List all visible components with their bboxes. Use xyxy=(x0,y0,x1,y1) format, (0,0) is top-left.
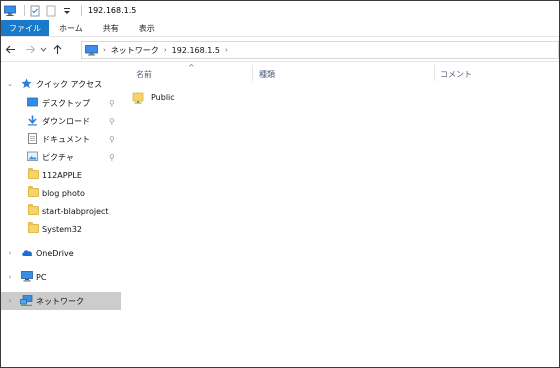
address-box[interactable]: › ネットワーク › 192.168.1.5 › xyxy=(81,41,559,59)
cloud-icon xyxy=(21,248,33,259)
breadcrumb-chevron-icon[interactable]: › xyxy=(225,46,228,54)
pin-icon[interactable]: ⚲ xyxy=(109,117,115,126)
arrow-up-icon xyxy=(53,44,61,54)
star-icon xyxy=(21,78,32,89)
folder-icon xyxy=(28,222,39,235)
desktop-icon xyxy=(27,97,38,108)
quick-access-toolbar xyxy=(4,1,86,20)
address-bar-row: › ネットワーク › 192.168.1.5 › xyxy=(1,38,559,62)
nav-item-start-blabproject[interactable]: start-blabproject xyxy=(1,202,121,220)
forward-button[interactable] xyxy=(23,42,37,58)
nav-label: クイック アクセス xyxy=(36,79,103,89)
window-title: 192.168.1.5 xyxy=(88,6,137,15)
column-divider[interactable] xyxy=(434,65,435,81)
new-folder-icon[interactable] xyxy=(45,5,57,17)
navigation-pane: ⌄ クイック アクセス デスクトップ ⚲ ダウンロード ⚲ ドキュメント ⚲ ピ… xyxy=(1,63,121,367)
breadcrumb-network[interactable]: ネットワーク xyxy=(111,45,159,56)
computer-icon[interactable] xyxy=(4,5,16,17)
nav-label: ダウンロード xyxy=(42,116,90,126)
chevron-right-icon[interactable]: › xyxy=(6,297,14,305)
nav-label: start-blabproject xyxy=(42,206,109,216)
list-item[interactable]: Public xyxy=(132,89,175,105)
nav-label: PC xyxy=(36,272,47,282)
tab-view[interactable]: 表示 xyxy=(129,20,165,36)
nav-label: OneDrive xyxy=(36,248,74,258)
column-header-name[interactable]: 名前 xyxy=(136,65,152,83)
pictures-icon xyxy=(27,151,38,162)
customize-dropdown-icon[interactable] xyxy=(61,5,73,17)
breadcrumb-chevron-icon[interactable]: › xyxy=(103,46,106,54)
computer-icon xyxy=(85,44,98,56)
chevron-down-icon xyxy=(40,47,46,52)
nav-label: ドキュメント xyxy=(42,134,90,144)
explorer-window: 192.168.1.5 ファイル ホーム 共有 表示 › ネットワーク › 19… xyxy=(0,0,560,368)
nav-label: ネットワーク xyxy=(36,296,84,306)
nav-item-blog-photo[interactable]: blog photo xyxy=(1,184,121,202)
nav-onedrive[interactable]: › OneDrive xyxy=(1,244,121,262)
breadcrumb-chevron-icon[interactable]: › xyxy=(164,46,167,54)
nav-quick-access[interactable]: ⌄ クイック アクセス xyxy=(1,75,121,93)
nav-item-desktop[interactable]: デスクトップ ⚲ xyxy=(1,94,121,112)
nav-label: blog photo xyxy=(42,188,85,198)
file-name: Public xyxy=(151,92,175,102)
up-button[interactable] xyxy=(50,42,64,58)
tab-share[interactable]: 共有 xyxy=(93,20,129,36)
ribbon-tabs: ファイル ホーム 共有 表示 xyxy=(1,20,559,37)
nav-pc[interactable]: › PC xyxy=(1,268,121,286)
nav-item-downloads[interactable]: ダウンロード ⚲ xyxy=(1,112,121,130)
nav-item-112apple[interactable]: 112APPLE xyxy=(1,166,121,184)
chevron-right-icon[interactable]: › xyxy=(6,273,14,281)
column-header-comment[interactable]: コメント xyxy=(440,65,472,83)
back-button[interactable] xyxy=(3,42,17,58)
pin-icon[interactable]: ⚲ xyxy=(109,99,115,108)
properties-icon[interactable] xyxy=(29,5,41,17)
arrow-right-icon xyxy=(25,45,35,54)
nav-label: 112APPLE xyxy=(42,170,82,180)
column-divider[interactable] xyxy=(252,65,253,81)
nav-network[interactable]: › ネットワーク xyxy=(1,292,121,310)
pin-icon[interactable]: ⚲ xyxy=(109,135,115,144)
toolbar-separator xyxy=(24,5,25,16)
computer-icon xyxy=(21,271,33,282)
nav-item-system32[interactable]: System32 xyxy=(1,220,121,238)
folder-icon xyxy=(28,204,39,217)
nav-label: ピクチャ xyxy=(42,152,74,162)
tab-home[interactable]: ホーム xyxy=(49,20,93,36)
nav-label: デスクトップ xyxy=(42,98,90,108)
recent-locations-button[interactable] xyxy=(39,42,47,58)
network-icon xyxy=(20,295,33,306)
folder-icon xyxy=(28,168,39,181)
chevron-down-icon[interactable]: ⌄ xyxy=(6,80,14,88)
column-header-type[interactable]: 種類 xyxy=(259,65,275,83)
folder-icon xyxy=(28,186,39,199)
tab-file[interactable]: ファイル xyxy=(1,20,49,36)
title-bar: 192.168.1.5 xyxy=(1,1,559,20)
chevron-right-icon[interactable]: › xyxy=(6,249,14,257)
sort-ascending-icon: ^ xyxy=(188,63,195,72)
pin-icon[interactable]: ⚲ xyxy=(109,153,115,162)
shared-folder-icon xyxy=(132,91,145,104)
document-icon xyxy=(27,133,38,144)
breadcrumb-host[interactable]: 192.168.1.5 xyxy=(172,46,220,55)
nav-item-pictures[interactable]: ピクチャ ⚲ xyxy=(1,148,121,166)
arrow-left-icon xyxy=(5,45,15,54)
nav-label: System32 xyxy=(42,224,83,234)
nav-item-documents[interactable]: ドキュメント ⚲ xyxy=(1,130,121,148)
file-list: ^ 名前 種類 コメント Public xyxy=(122,63,559,367)
download-arrow-icon xyxy=(27,115,38,126)
toolbar-separator xyxy=(81,5,82,16)
